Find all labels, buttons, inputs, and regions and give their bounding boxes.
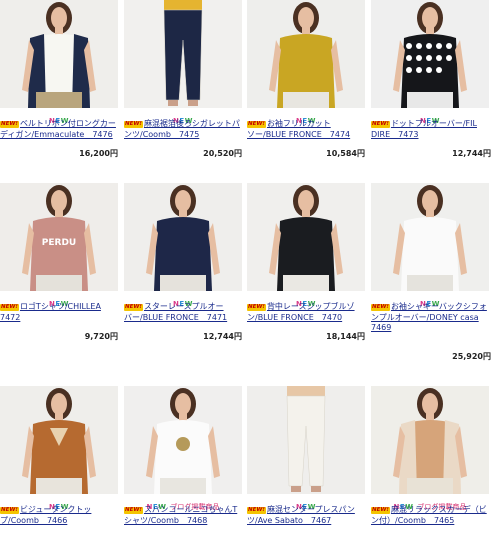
new-icon: NEW! [0, 304, 19, 311]
product-photo[interactable] [371, 386, 489, 494]
title-line-1: NEW! ビジュータンクトッ [0, 505, 92, 514]
product-title-link[interactable]: NEW! 背中レースジップブルゾ ン/BLUE FRONCE 7470 [247, 302, 377, 323]
product-photo[interactable] [247, 0, 365, 108]
new-label-row: NEW [0, 494, 118, 511]
new-icon: NEW! [247, 507, 266, 514]
product-photo[interactable] [371, 183, 489, 291]
new-icon: NEW! [124, 507, 143, 514]
product-title-link[interactable]: NEW! スパンコールニコちゃんT シャツ/Coomb 7468 [124, 505, 254, 526]
product-title-link[interactable]: NEW! 麻混裾箔後ろシガレットパ ンツ/Coomb 7475 [124, 119, 254, 140]
new-label-row: NEW ブログ掲載商品 [371, 494, 489, 511]
title-line-2: ンツ/Coomb 7475 [124, 129, 200, 139]
title-line-3: 7469 [371, 323, 392, 332]
product-price: 9,720円 [84, 332, 118, 341]
new-label-row: NEW [247, 108, 365, 125]
new-icon: NEW! [371, 507, 390, 514]
title-line-2: ソー/BLUE FRONCE 7474 [247, 129, 351, 139]
product-photo[interactable] [124, 0, 242, 108]
product-price: 18,144円 [326, 332, 365, 341]
new-label-row: NEW [124, 108, 242, 125]
new-icon: NEW! [247, 121, 266, 128]
new-icon: NEW! [0, 121, 19, 128]
product-price: 12,744円 [452, 149, 491, 158]
title-line-1: NEW! スパンコールニコちゃんT [124, 505, 238, 514]
new-label-row: NEW [371, 108, 489, 125]
title-line-1: NEW! 麻混裾箔後ろシガレットパ [124, 119, 240, 128]
product-title-link[interactable]: NEW! 麻混リラックスカーデ（ビ ン付）/Coomb 7465 [371, 505, 493, 526]
title-line-1: NEW! ベルトリボン付ロングカー [0, 119, 116, 128]
product-title-link[interactable]: NEW! ベルトリボン付ロングカー ディガン/Emmaculate 7476 [0, 119, 130, 140]
title-line-2: ディガン/Emmaculate 7476 [0, 129, 113, 139]
title-line-1: NEW! 背中レースジップブルゾ [247, 302, 355, 311]
title-line-2: プ/Coomb 7466 [0, 515, 68, 525]
title-line-1: NEW! スターレースプルオー [124, 302, 224, 311]
title-line-2: ン付）/Coomb 7465 [371, 515, 455, 525]
new-label-row: NEW ブログ掲載商品 [124, 494, 242, 511]
product-title-link[interactable]: NEW! ビジュータンクトッ プ/Coomb 7466 [0, 505, 130, 526]
product-title-link[interactable]: NEW! 麻混センタープレスパン ツ/Ave Sabato 7467 [247, 505, 377, 526]
product-title-link[interactable]: NEW! スターレースプルオー バー/BLUE FRONCE 7471 [124, 302, 254, 323]
product-photo[interactable] [371, 0, 489, 108]
product-photo[interactable] [0, 0, 118, 108]
title-line-1: NEW! ドットプルオーバー/FIL [371, 119, 477, 128]
title-line-1: NEW! ロゴTシャツ/CHILLEA [0, 302, 101, 311]
product-title-link[interactable]: NEW! お袖フリルカット ソー/BLUE FRONCE 7474 [247, 119, 377, 140]
title-line-1: NEW! お袖シャギーバックシフォ [371, 302, 487, 311]
title-line-2: バー/BLUE FRONCE 7471 [124, 312, 228, 322]
product-price: 20,520円 [203, 149, 242, 158]
product-photo[interactable] [0, 386, 118, 494]
product-title-link[interactable]: NEW! ロゴTシャツ/CHILLEA 7472 [0, 302, 130, 323]
product-title-link[interactable]: NEW! ドットプルオーバー/FIL DIRE 7473 [371, 119, 493, 140]
title-line-2: DIRE 7473 [371, 129, 419, 139]
new-label-row: NEW [0, 291, 118, 308]
title-line-1: NEW! 麻混センタープレスパン [247, 505, 355, 514]
title-line-2: ン/BLUE FRONCE 7470 [247, 312, 343, 322]
new-label-row: NEW [247, 291, 365, 308]
title-line-1: NEW! お袖フリルカット [247, 119, 331, 128]
new-icon: NEW! [124, 121, 143, 128]
title-line-2: シャツ/Coomb 7468 [124, 515, 208, 525]
new-label-row: NEW [0, 108, 118, 125]
product-photo[interactable] [247, 386, 365, 494]
product-price: 25,920円 [452, 352, 491, 361]
product-photo[interactable] [124, 386, 242, 494]
product-price: 16,200円 [79, 149, 118, 158]
new-icon: NEW! [371, 121, 390, 128]
product-photo[interactable] [124, 183, 242, 291]
product-photo[interactable] [247, 183, 365, 291]
new-icon: NEW! [371, 304, 390, 311]
product-photo[interactable]: PERDU [0, 183, 118, 291]
title-line-2: ツ/Ave Sabato 7467 [247, 515, 332, 525]
new-label-row: NEW [124, 291, 242, 308]
svg-text:PERDU: PERDU [42, 238, 76, 248]
new-label-row: NEW [371, 291, 489, 308]
product-price: 12,744円 [203, 332, 242, 341]
product-price: 10,584円 [326, 149, 365, 158]
title-line-2: 7472 [0, 312, 21, 322]
new-icon: NEW! [124, 304, 143, 311]
title-line-1: NEW! 麻混リラックスカーデ（ビ [371, 505, 487, 514]
new-icon: NEW! [0, 507, 19, 514]
product-grid: NEW NEW! ベルトリボン付ロングカー ディガン/Emmaculate 7476 1… [0, 0, 493, 546]
product-title-link[interactable]: NEW! お袖シャギーバックシフォ ンプルオーバー/DONEY casa 7469 [371, 302, 493, 334]
new-icon: NEW! [247, 304, 266, 311]
title-line-2: ンプルオーバー/DONEY casa [371, 312, 479, 322]
new-label-row: NEW [247, 494, 365, 511]
